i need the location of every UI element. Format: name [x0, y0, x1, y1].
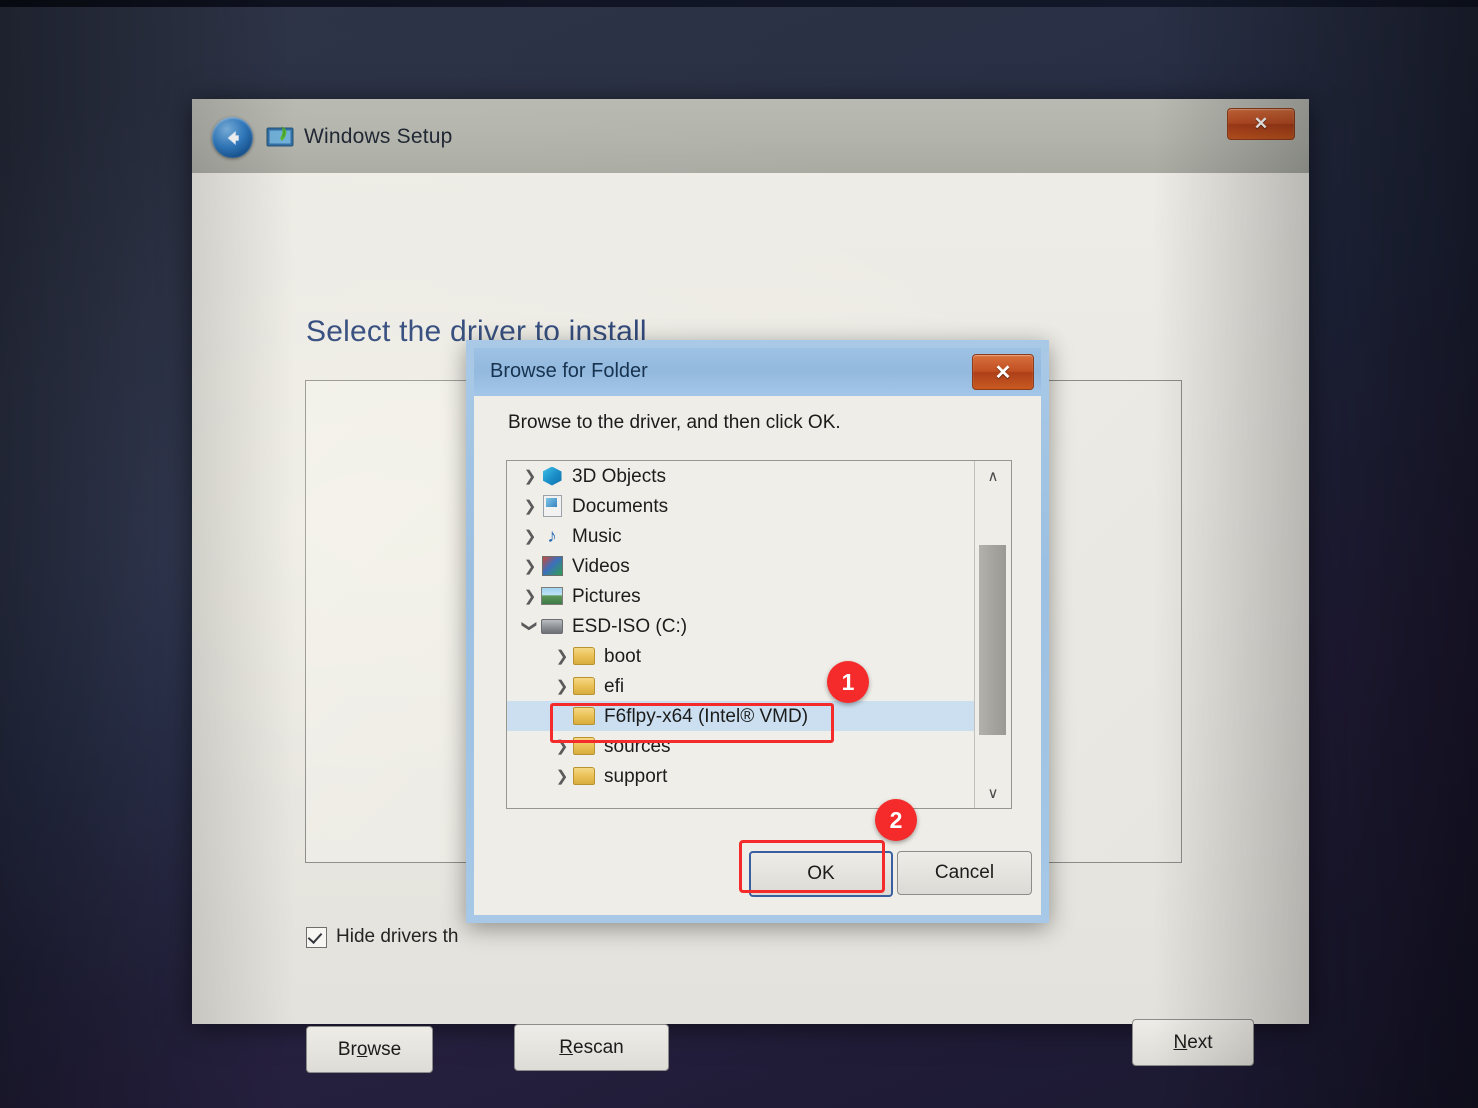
tree-item-label: efi: [604, 675, 625, 697]
scrollbar-thumb[interactable]: [979, 545, 1006, 735]
browse-label-after: wse: [367, 1038, 402, 1060]
folder-icon: [573, 676, 595, 696]
video-icon: [541, 556, 563, 576]
setup-titlebar: Windows Setup ✕: [192, 99, 1309, 173]
tree-item-label: Music: [572, 525, 622, 547]
next-label-mnemonic: N: [1173, 1031, 1188, 1053]
folder-icon: [573, 736, 595, 756]
scroll-down-icon[interactable]: ∨: [975, 778, 1011, 808]
tree-item-videos[interactable]: ❯ Videos: [507, 551, 975, 581]
chevron-right-icon[interactable]: ❯: [519, 467, 541, 485]
tree-item-sources[interactable]: ❯ sources: [507, 731, 975, 761]
tree-item-label: boot: [604, 645, 641, 667]
tree-item-label: Documents: [572, 495, 669, 517]
screen-top-strip: [0, 0, 1478, 7]
browse-button[interactable]: Br o wse: [306, 1026, 433, 1073]
chevron-right-icon[interactable]: ❯: [519, 527, 541, 545]
chevron-right-icon[interactable]: ❯: [519, 557, 541, 575]
tree-item-f6flpy-x64-intel-vmd[interactable]: F6flpy-x64 (Intel® VMD): [507, 701, 975, 731]
chevron-down-icon[interactable]: ❯: [521, 615, 539, 637]
setup-title: Windows Setup: [304, 125, 453, 148]
desktop-background: Windows Setup ✕ Select the driver to ins…: [0, 0, 1478, 1108]
cube-icon: [541, 466, 563, 486]
drive-icon: [541, 616, 563, 636]
tree-item-3d-objects[interactable]: ❯ 3D Objects: [507, 461, 975, 491]
chevron-right-icon[interactable]: ❯: [551, 677, 573, 695]
ok-button[interactable]: OK: [749, 851, 893, 897]
tree-item-documents[interactable]: ❯ Documents: [507, 491, 975, 521]
next-label-after: ext: [1187, 1031, 1213, 1053]
tree-item-support[interactable]: ❯ support: [507, 761, 975, 791]
annotation-badge-1: 1: [827, 661, 869, 703]
tree-item-pictures[interactable]: ❯ Pictures: [507, 581, 975, 611]
folder-icon: [573, 766, 595, 786]
tree-item-music[interactable]: ❯ ♪ Music: [507, 521, 975, 551]
document-icon: [541, 495, 563, 517]
back-arrow-icon[interactable]: [212, 117, 253, 158]
tree-item-label: support: [604, 765, 668, 787]
tree-item-efi[interactable]: ❯ efi: [507, 671, 975, 701]
chevron-right-icon[interactable]: ❯: [551, 647, 573, 665]
dialog-inner: Browse for Folder ✕ Browse to the driver…: [474, 348, 1041, 915]
hide-drivers-checkbox-row[interactable]: Hide drivers th: [306, 926, 459, 948]
chevron-right-icon[interactable]: ❯: [551, 767, 573, 785]
hide-drivers-checkbox[interactable]: [306, 926, 327, 948]
close-icon[interactable]: ✕: [972, 354, 1034, 390]
music-icon: ♪: [547, 525, 557, 547]
close-icon[interactable]: ✕: [1227, 108, 1295, 140]
folder-icon: [573, 646, 595, 666]
tree-item-boot[interactable]: ❯ boot: [507, 641, 975, 671]
folder-tree-panel[interactable]: ❯ 3D Objects ❯ Documents ❯ ♪ Music ❯ Videos ❯ Pict…: [506, 460, 1012, 809]
folder-tree-list[interactable]: ❯ 3D Objects ❯ Documents ❯ ♪ Music ❯ Videos ❯ Pict…: [507, 461, 975, 808]
windows-setup-icon: [266, 125, 296, 151]
picture-icon: [541, 586, 563, 606]
tree-item-label: sources: [604, 735, 671, 757]
annotation-badge-2: 2: [875, 799, 917, 841]
tree-item-label: Pictures: [572, 585, 641, 607]
folder-icon: [573, 706, 595, 726]
hide-drivers-label: Hide drivers th: [336, 926, 459, 947]
chevron-right-icon[interactable]: ❯: [519, 587, 541, 605]
tree-item-label: Videos: [572, 555, 630, 577]
browse-for-folder-dialog: Browse for Folder ✕ Browse to the driver…: [466, 340, 1049, 923]
rescan-label-mnemonic: R: [559, 1036, 574, 1058]
chevron-right-icon[interactable]: ❯: [519, 497, 541, 515]
tree-scrollbar[interactable]: ∧ ∨: [974, 461, 1011, 808]
chevron-right-icon[interactable]: ❯: [551, 737, 573, 755]
tree-item-label: ESD-ISO (C:): [572, 615, 688, 637]
tree-item-label: 3D Objects: [572, 465, 666, 487]
dialog-instruction: Browse to the driver, and then click OK.: [508, 412, 841, 433]
rescan-button[interactable]: Rescan: [514, 1024, 669, 1071]
next-button[interactable]: Next: [1132, 1019, 1254, 1066]
browse-label-before: Br: [337, 1038, 357, 1060]
scroll-up-icon[interactable]: ∧: [975, 461, 1011, 491]
rescan-label-after: escan: [573, 1036, 624, 1058]
browse-label-mnemonic: o: [356, 1038, 368, 1060]
dialog-title: Browse for Folder: [490, 360, 648, 382]
tree-item-label: F6flpy-x64 (Intel® VMD): [604, 705, 809, 727]
cancel-button[interactable]: Cancel: [897, 851, 1032, 895]
tree-item-esd-iso-c[interactable]: ❯ ESD-ISO (C:): [507, 611, 975, 641]
dialog-titlebar: Browse for Folder ✕: [474, 348, 1041, 396]
